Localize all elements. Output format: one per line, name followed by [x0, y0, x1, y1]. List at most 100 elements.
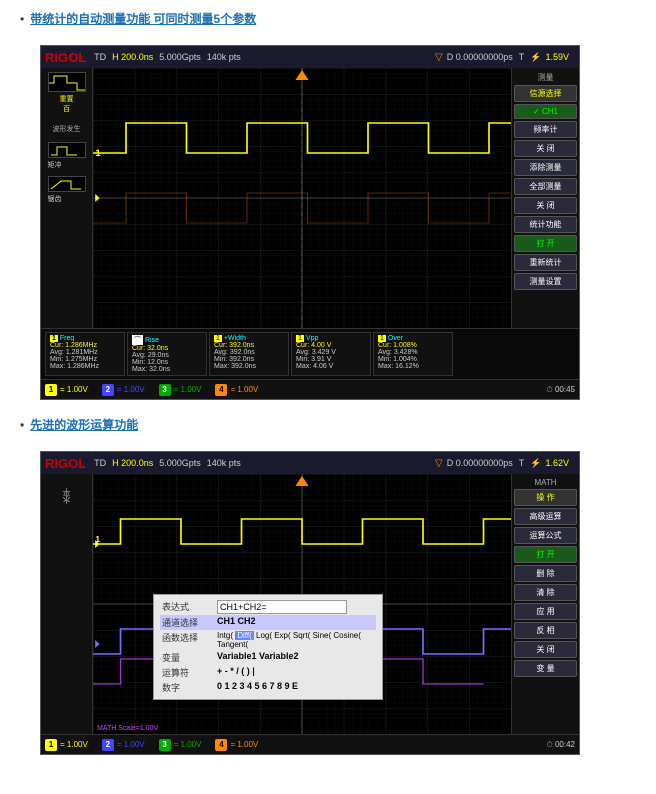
- scope1-btn-close2[interactable]: 关 闭: [514, 197, 577, 214]
- meas-pwidth: 1 +Width Cur: 392.0ns Avg: 392.0ns Min: …: [209, 332, 289, 376]
- bullet1: • 带统计的自动测量功能 可同时测量5个参数: [20, 10, 636, 33]
- section2-title: 先进的波形运算功能: [30, 416, 138, 433]
- bullet2: • 先进的波形运算功能: [20, 416, 636, 439]
- dialog-label-func: 函数选择: [160, 630, 215, 650]
- scope1-trigstatus: T: [519, 52, 525, 62]
- meas-rise: ⌒ Rise Cur: 32.0ns Avg: 29.0ns Min: 12.0…: [127, 332, 207, 376]
- scope2-trigstatus: T: [519, 458, 525, 468]
- scope1-btn-open[interactable]: 打 开: [514, 235, 577, 252]
- section1-title: 带统计的自动测量功能 可同时测量5个参数: [30, 10, 256, 27]
- scope2-btn-apply[interactable]: 应 用: [514, 603, 577, 620]
- scope2-btn-clear[interactable]: 清 除: [514, 584, 577, 601]
- scope1-btn-ch1[interactable]: ✓ CH1: [514, 104, 577, 119]
- scope2-ch4-box: 4 = 1.00V: [215, 739, 258, 751]
- scope1-grid: 1: [93, 68, 511, 328]
- scope1-pulse-icon: 矩冲: [48, 142, 86, 170]
- section1: • 带统计的自动测量功能 可同时测量5个参数 RIGOL TD H 200.0n…: [20, 10, 636, 400]
- dialog-label-chan: 通道选择: [160, 615, 215, 630]
- dialog-label-num: 数字: [160, 680, 215, 695]
- rigol-logo-2: RIGOL: [45, 456, 86, 471]
- scope1-btn-freqcnt[interactable]: 频率计: [514, 121, 577, 138]
- scope1-lightning: ⚡: [530, 52, 541, 63]
- dialog-ops-val: + - * / ( ) |: [215, 665, 376, 680]
- scope1-ch4-box: 4 = 1.00V: [215, 384, 258, 396]
- scope1-panel-label: 测量: [514, 72, 577, 83]
- scope1-timediv: H 200.0ns: [112, 52, 153, 62]
- dialog-label-expr: 表达式: [160, 599, 215, 615]
- scope2-math-label: MATH Scale=1.00V: [97, 725, 158, 732]
- dialog-func-val: Intg( Diff( Log( Exp( Sqrt( Sine( Cosine…: [215, 630, 376, 650]
- scope2-voltage: 1.62V: [545, 458, 569, 468]
- scope2-mode: TD: [94, 458, 106, 468]
- rigol-logo-1: RIGOL: [45, 50, 86, 65]
- scope1-btn-measset[interactable]: 测量设置: [514, 273, 577, 290]
- scope1-voltage: 1.59V: [545, 52, 569, 62]
- meas-freq: 1 Freq Cur: 1.286MHz Avg: 1.281MHz Min: …: [45, 332, 125, 376]
- scope1-time: ⏱ 00:45: [546, 385, 575, 395]
- scope1-ch2-box: 2 = 1.00V: [102, 384, 145, 396]
- scope2-samplerate: 5.000Gpts: [159, 458, 201, 468]
- scope2-btn-advanced[interactable]: 高级运算: [514, 508, 577, 525]
- scope2-timediv: H 200.0ns: [112, 458, 153, 468]
- scope2-trigpos: D 0.00000000ps: [447, 458, 513, 468]
- scope1-btn-addmeas[interactable]: 添除测量: [514, 159, 577, 176]
- scope1-meas-bar: 1 Freq Cur: 1.286MHz Avg: 1.281MHz Min: …: [41, 328, 579, 379]
- scope1-btn-source[interactable]: 信源选择: [514, 85, 577, 102]
- svg-text:1: 1: [95, 534, 100, 544]
- scope1-main: 重置 百 波形发生 矩冲 锯齿: [41, 68, 579, 328]
- scope2-left-panel: 水平: [41, 474, 93, 734]
- dialog-chan-val: CH1 CH2: [215, 615, 376, 630]
- scope1-trigpos: D 0.00000000ps: [447, 52, 513, 62]
- scope2-lightning: ⚡: [530, 458, 541, 469]
- scope2-panel-label: MATH: [514, 478, 577, 487]
- scope1-samplepts: 140k pts: [207, 52, 241, 62]
- scope1-wavegen-label: 波形发生: [53, 124, 81, 134]
- meas-vpp: 1 Vpp Cur: 4.00 V Avg: 3.429 V Min: 3.91…: [291, 332, 371, 376]
- scope1-ramp-icon: 锯齿: [48, 176, 86, 204]
- scope2-ch3-box: 3 = 1.00V: [159, 739, 202, 751]
- section2: • 先进的波形运算功能 RIGOL TD H 200.0ns 5.000Gpts…: [20, 416, 636, 755]
- scope1-btn-allmeas[interactable]: 全部测量: [514, 178, 577, 195]
- scope2-topbar: RIGOL TD H 200.0ns 5.000Gpts 140k pts ▽ …: [41, 452, 579, 474]
- scope2-bottom-channels: 1 = 1.00V 2 = 1.00V 3 = 1.00V 4 = 1.00V …: [41, 734, 579, 754]
- scope2: RIGOL TD H 200.0ns 5.000Gpts 140k pts ▽ …: [40, 451, 580, 755]
- scope2-btn-open[interactable]: 打 开: [514, 546, 577, 563]
- scope1-samplerate: 5.000Gpts: [159, 52, 201, 62]
- scope2-btn-ops[interactable]: 操 作: [514, 489, 577, 506]
- dialog-label-var: 变量: [160, 650, 215, 665]
- scope2-level-label: 水平: [61, 488, 72, 504]
- scope1-left-panel: 重置 百 波形发生 矩冲 锯齿: [41, 68, 93, 328]
- scope2-trigger-indicator: ▽: [435, 458, 443, 469]
- scope2-time: ⏱ 00:42: [546, 740, 575, 750]
- svg-text:1: 1: [95, 148, 101, 158]
- scope1-mode: TD: [94, 52, 106, 62]
- scope2-btn-invert[interactable]: 反 相: [514, 622, 577, 639]
- scope1-bottom-channels: 1 = 1.00V 2 = 1.00V 3 = 1.00V 4 = 1.00V …: [41, 379, 579, 399]
- scope1-ch1-box: 1 = 1.00V: [45, 384, 88, 396]
- scope1-right-panel: 测量 信源选择 ✓ CH1 频率计 关 闭 添除测量 全部测量 关 闭 统计功能…: [511, 68, 579, 328]
- scope1-ch3-box: 3 = 1.00V: [159, 384, 202, 396]
- scope2-right-panel: MATH 操 作 高级运算 运算公式 打 开 删 除 清 除 应 用 反 相 关…: [511, 474, 579, 734]
- meas-freq-cur: Cur: 1.286MHz: [50, 342, 120, 349]
- scope2-main: 水平: [41, 474, 579, 734]
- scope2-ch1-box: 1 = 1.00V: [45, 739, 88, 751]
- dialog-var-val: Variable1 Variable2: [215, 650, 376, 665]
- scope2-btn-delete[interactable]: 删 除: [514, 565, 577, 582]
- scope2-math-dialog: 表达式 通道选择 CH1 CH2 函数选择 Intg( Diff( Log( E…: [153, 594, 383, 700]
- meas-over: 1 Over Cur: 1.008% Avg: 3.428% Min: 1.00…: [373, 332, 453, 376]
- scope1-wave-preview: 重置 百: [43, 72, 90, 114]
- scope1-trigger-indicator: ▽: [435, 52, 443, 63]
- scope1: RIGOL TD H 200.0ns 5.000Gpts 140k pts ▽ …: [40, 45, 580, 400]
- scope1-btn-stat[interactable]: 统计功能: [514, 216, 577, 233]
- scope2-grid: 1 表达式 通道选择 CH1 CH2: [93, 474, 511, 734]
- dialog-num-val: 0 1 2 3 4 5 6 7 8 9 E: [215, 680, 376, 695]
- scope1-btn-close1[interactable]: 关 闭: [514, 140, 577, 157]
- scope2-ch2-box: 2 = 1.00V: [102, 739, 145, 751]
- scope2-btn-var[interactable]: 变 量: [514, 660, 577, 677]
- scope2-btn-formula[interactable]: 运算公式: [514, 527, 577, 544]
- scope2-btn-close[interactable]: 关 闭: [514, 641, 577, 658]
- scope1-btn-restat[interactable]: 重新统计: [514, 254, 577, 271]
- dialog-expr-input[interactable]: [217, 600, 347, 614]
- scope2-samplepts: 140k pts: [207, 458, 241, 468]
- dialog-label-ops: 运算符: [160, 665, 215, 680]
